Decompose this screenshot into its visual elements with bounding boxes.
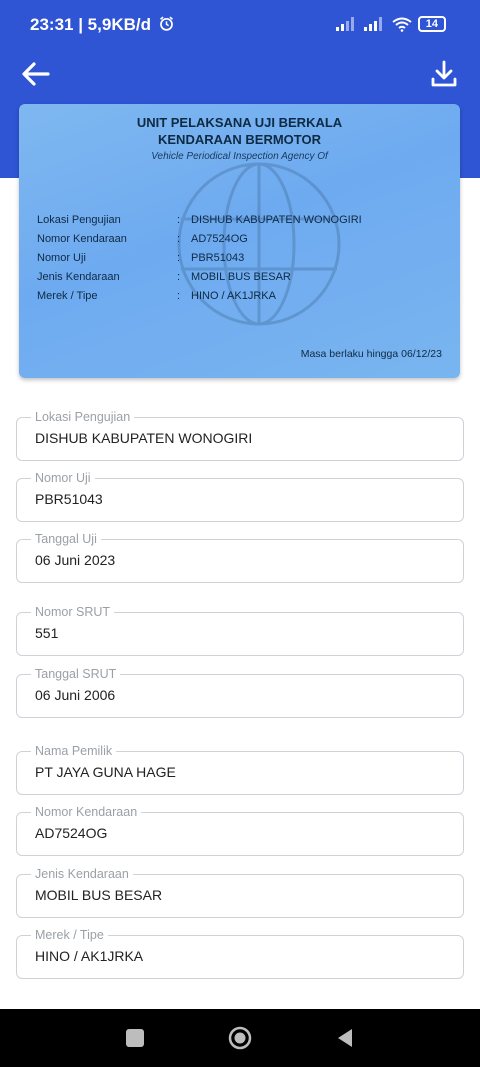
field-label: Jenis Kendaraan bbox=[31, 866, 133, 882]
field-value[interactable]: 551 bbox=[35, 625, 58, 641]
recents-button[interactable] bbox=[123, 1026, 147, 1050]
battery-icon: 14 bbox=[417, 16, 446, 32]
card-row: Lokasi Pengujian : DISHUB KABUPATEN WONO… bbox=[37, 214, 362, 226]
app-bar bbox=[0, 52, 480, 98]
home-button[interactable] bbox=[228, 1026, 252, 1050]
field-label: Nomor SRUT bbox=[31, 604, 115, 620]
field-label: Tanggal SRUT bbox=[31, 666, 121, 682]
download-icon bbox=[431, 60, 457, 87]
card-subtitle: Vehicle Periodical Inspection Agency Of bbox=[151, 151, 328, 162]
card-valid-until: Masa berlaku hingga 06/12/23 bbox=[300, 348, 442, 360]
field-label: Tanggal Uji bbox=[31, 531, 101, 547]
field-value[interactable]: AD7524OG bbox=[35, 825, 107, 841]
download-button[interactable] bbox=[426, 56, 462, 92]
field-value[interactable]: HINO / AK1JRKA bbox=[35, 948, 143, 964]
field-nomor-kendaraan[interactable]: Nomor Kendaraan AD7524OG bbox=[16, 804, 464, 856]
alarm-icon bbox=[159, 16, 173, 31]
field-value[interactable]: PBR51043 bbox=[35, 491, 103, 507]
card-details: Lokasi Pengujian : DISHUB KABUPATEN WONO… bbox=[37, 211, 362, 306]
card-row: Merek / Tipe : HINO / AK1JRKA bbox=[37, 290, 276, 302]
field-jenis-kendaraan[interactable]: Jenis Kendaraan MOBIL BUS BESAR bbox=[16, 866, 464, 918]
signal-icon bbox=[363, 17, 382, 31]
card-row: Jenis Kendaraan : MOBIL BUS BESAR bbox=[37, 271, 291, 283]
card-row: Nomor Kendaraan : AD7524OG bbox=[37, 233, 248, 245]
card-title: UNIT PELAKSANA UJI BERKALA KENDARAAN BER… bbox=[136, 115, 343, 147]
field-label: Merek / Tipe bbox=[31, 927, 108, 943]
card-row: Nomor Uji : PBR51043 bbox=[37, 252, 245, 264]
back-triangle-icon bbox=[338, 1029, 352, 1047]
recents-square-icon bbox=[126, 1029, 144, 1047]
arrow-left-icon bbox=[22, 62, 50, 86]
field-lokasi-pengujian[interactable]: Lokasi Pengujian DISHUB KABUPATEN WONOGI… bbox=[16, 409, 464, 461]
field-label: Nomor Kendaraan bbox=[31, 804, 142, 820]
inspection-card: UNIT PELAKSANA UJI BERKALA KENDARAAN BER… bbox=[19, 104, 460, 378]
field-nomor-uji[interactable]: Nomor Uji PBR51043 bbox=[16, 470, 464, 522]
nav-back-button[interactable] bbox=[334, 1026, 358, 1050]
wifi-icon bbox=[392, 17, 412, 32]
field-merek-tipe[interactable]: Merek / Tipe HINO / AK1JRKA bbox=[16, 927, 464, 979]
field-value[interactable]: PT JAYA GUNA HAGE bbox=[35, 764, 176, 780]
field-value[interactable]: DISHUB KABUPATEN WONOGIRI bbox=[35, 430, 252, 446]
field-label: Nama Pemilik bbox=[31, 743, 117, 759]
field-nama-pemilik[interactable]: Nama Pemilik PT JAYA GUNA HAGE bbox=[16, 743, 464, 795]
status-icons: 14 bbox=[335, 16, 446, 32]
status-time: 23:31 | 5,9KB/d bbox=[30, 15, 175, 35]
home-circle-icon bbox=[228, 1026, 252, 1050]
back-button[interactable] bbox=[18, 56, 54, 92]
field-nomor-srut[interactable]: Nomor SRUT 551 bbox=[16, 604, 464, 656]
field-label: Lokasi Pengujian bbox=[31, 409, 135, 425]
field-tanggal-srut[interactable]: Tanggal SRUT 06 Juni 2006 bbox=[16, 666, 464, 718]
field-value[interactable]: MOBIL BUS BESAR bbox=[35, 887, 162, 903]
signal-icon bbox=[335, 17, 354, 31]
field-value[interactable]: 06 Juni 2006 bbox=[35, 687, 115, 703]
field-value[interactable]: 06 Juni 2023 bbox=[35, 552, 115, 568]
field-tanggal-uji[interactable]: Tanggal Uji 06 Juni 2023 bbox=[16, 531, 464, 583]
status-bar: 23:31 | 5,9KB/d 14 bbox=[0, 0, 480, 52]
system-nav-bar bbox=[0, 1009, 480, 1067]
field-label: Nomor Uji bbox=[31, 470, 95, 486]
